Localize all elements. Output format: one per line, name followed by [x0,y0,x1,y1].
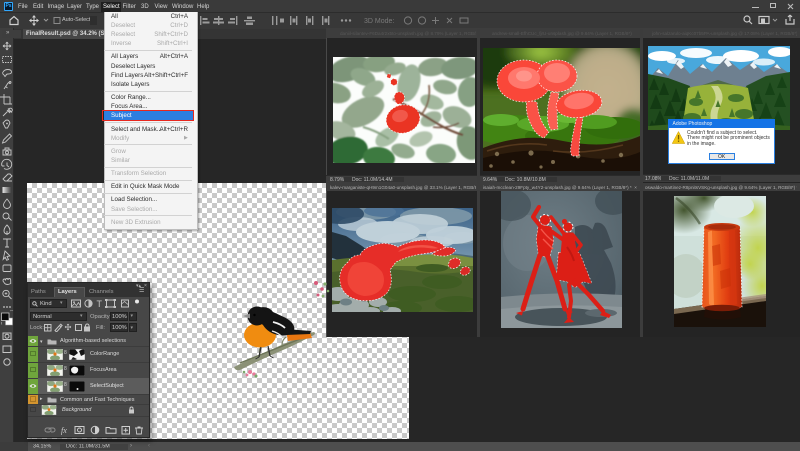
svg-text:3D Mode:: 3D Mode: [364,18,394,25]
svg-text:T: T [97,299,103,308]
svg-text:fx: fx [61,426,67,435]
